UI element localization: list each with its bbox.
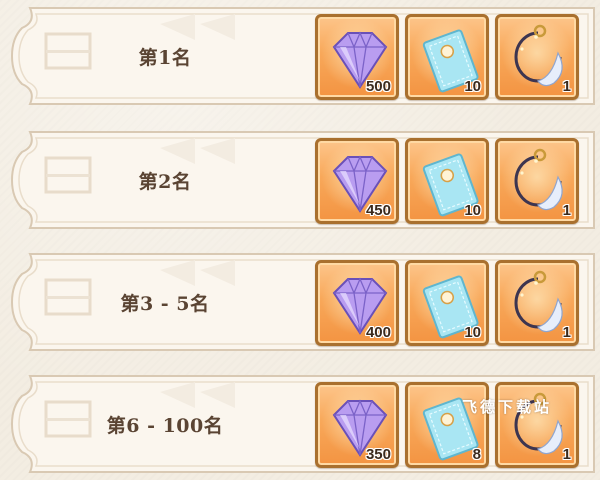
reward-quantity: 8 [472,446,481,463]
reward-item[interactable]: 350 [315,382,399,468]
watermark-text: 飞德下载站 [462,398,553,416]
reward-item[interactable]: 400 [315,260,399,346]
reward-quantity: 1 [562,324,571,341]
reward-item[interactable]: 1 [495,382,579,468]
reward-items: 350 8 1 [315,382,579,468]
reward-item[interactable]: 450 [315,138,399,224]
rank-label: 第6 - 100名 [106,414,224,437]
reward-quantity: 1 [562,78,571,95]
rank-row: 第6 - 100名 350 8 1 [10,372,600,476]
reward-items: 500 10 1 [315,14,579,100]
reward-quantity: 10 [464,202,481,219]
reward-quantity: 10 [464,78,481,95]
reward-item[interactable]: 1 [495,14,579,100]
reward-quantity: 1 [562,446,571,463]
rank-row: 第3 - 5名 400 10 1 [10,250,600,354]
reward-quantity: 400 [365,324,391,341]
reward-item[interactable]: 1 [495,138,579,224]
reward-quantity: 10 [464,324,481,341]
reward-item[interactable]: 10 [405,14,489,100]
reward-item[interactable]: 8 [405,382,489,468]
reward-item[interactable]: 500 [315,14,399,100]
reward-item[interactable]: 10 [405,260,489,346]
reward-items: 450 10 1 [315,138,579,224]
reward-quantity: 500 [365,78,391,95]
rank-row: 第2名 450 10 1 [10,128,600,232]
rank-label: 第2名 [138,170,192,193]
reward-quantity: 450 [365,202,391,219]
reward-item[interactable]: 1 [495,260,579,346]
reward-quantity: 1 [562,202,571,219]
rank-label: 第1名 [138,46,192,69]
reward-item[interactable]: 10 [405,138,489,224]
reward-quantity: 350 [365,446,391,463]
rank-label: 第3 - 5名 [120,292,210,315]
reward-items: 400 10 1 [315,260,579,346]
rank-row: 第1名 500 10 1 [10,4,600,108]
